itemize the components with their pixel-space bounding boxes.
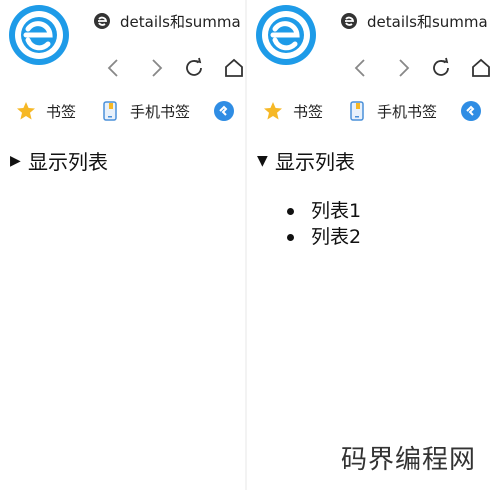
summary-text: 显示列表 xyxy=(275,150,355,174)
summary-text: 显示列表 xyxy=(28,150,108,174)
list-item: 列表2 xyxy=(287,224,361,250)
browser-window-left: details和summa 书签 手机书签 ▶ 显示列表 xyxy=(0,0,245,490)
tab-favicon-icon xyxy=(341,13,357,29)
bookmark-item-mobile[interactable]: 手机书签 xyxy=(100,98,190,124)
mobile-bookmark-icon xyxy=(103,101,117,121)
tab-bar: details和summa xyxy=(0,0,245,65)
back-arrow-icon[interactable] xyxy=(102,56,126,80)
bookmark-item-app[interactable] xyxy=(461,98,490,124)
refresh-icon[interactable] xyxy=(182,56,206,80)
watermark-text: 码界编程网 xyxy=(340,445,476,475)
tab-favicon-icon xyxy=(94,13,110,29)
bookmark-bar: 书签 手机书签 xyxy=(0,92,245,130)
bookmark-label: 书签 xyxy=(46,102,77,121)
tab-bar: details和summa xyxy=(247,0,490,65)
forward-arrow-icon[interactable] xyxy=(144,56,168,80)
nav-bar xyxy=(0,50,245,86)
back-arrow-icon[interactable] xyxy=(349,56,373,80)
mobile-bookmark-icon xyxy=(350,101,364,121)
bullet-icon xyxy=(287,234,294,241)
disclosure-triangle-icon: ▶ xyxy=(10,152,21,169)
bookmark-item-app[interactable] xyxy=(214,98,244,124)
browser-app-icon xyxy=(214,101,234,121)
disclosure-triangle-icon: ▼ xyxy=(257,152,268,169)
list-item-text: 列表1 xyxy=(311,200,362,222)
bullet-icon xyxy=(287,208,294,215)
home-icon[interactable] xyxy=(469,56,490,80)
list-item-text: 列表2 xyxy=(311,226,362,248)
browser-tab[interactable]: details和summa xyxy=(335,6,490,36)
tab-title: details和summa xyxy=(367,12,488,31)
browser-tab[interactable]: details和summa xyxy=(88,6,245,36)
home-icon[interactable] xyxy=(222,56,245,80)
refresh-icon[interactable] xyxy=(429,56,453,80)
bookmark-label: 书签 xyxy=(293,102,324,121)
nav-bar xyxy=(247,50,490,86)
bookmark-item-mobile[interactable]: 手机书签 xyxy=(347,98,437,124)
list-item: 列表1 xyxy=(287,198,361,224)
details-summary[interactable]: ▶ 显示列表 xyxy=(10,146,108,175)
bookmark-bar: 书签 手机书签 xyxy=(247,92,490,130)
tab-title: details和summa xyxy=(120,12,241,31)
bookmark-label: 手机书签 xyxy=(377,102,438,121)
browser-window-right: details和summa 书签 手机书签 ▼ 显示列表 列表1 列表2 xyxy=(247,0,490,490)
forward-arrow-icon[interactable] xyxy=(391,56,415,80)
details-list: 列表1 列表2 xyxy=(287,198,361,250)
browser-app-icon xyxy=(461,101,481,121)
star-icon xyxy=(264,102,282,120)
details-summary[interactable]: ▼ 显示列表 xyxy=(257,146,355,175)
bookmark-item-bookmarks[interactable]: 书签 xyxy=(263,98,323,124)
bookmark-item-bookmarks[interactable]: 书签 xyxy=(16,98,76,124)
star-icon xyxy=(17,102,35,120)
bookmark-label: 手机书签 xyxy=(130,102,191,121)
